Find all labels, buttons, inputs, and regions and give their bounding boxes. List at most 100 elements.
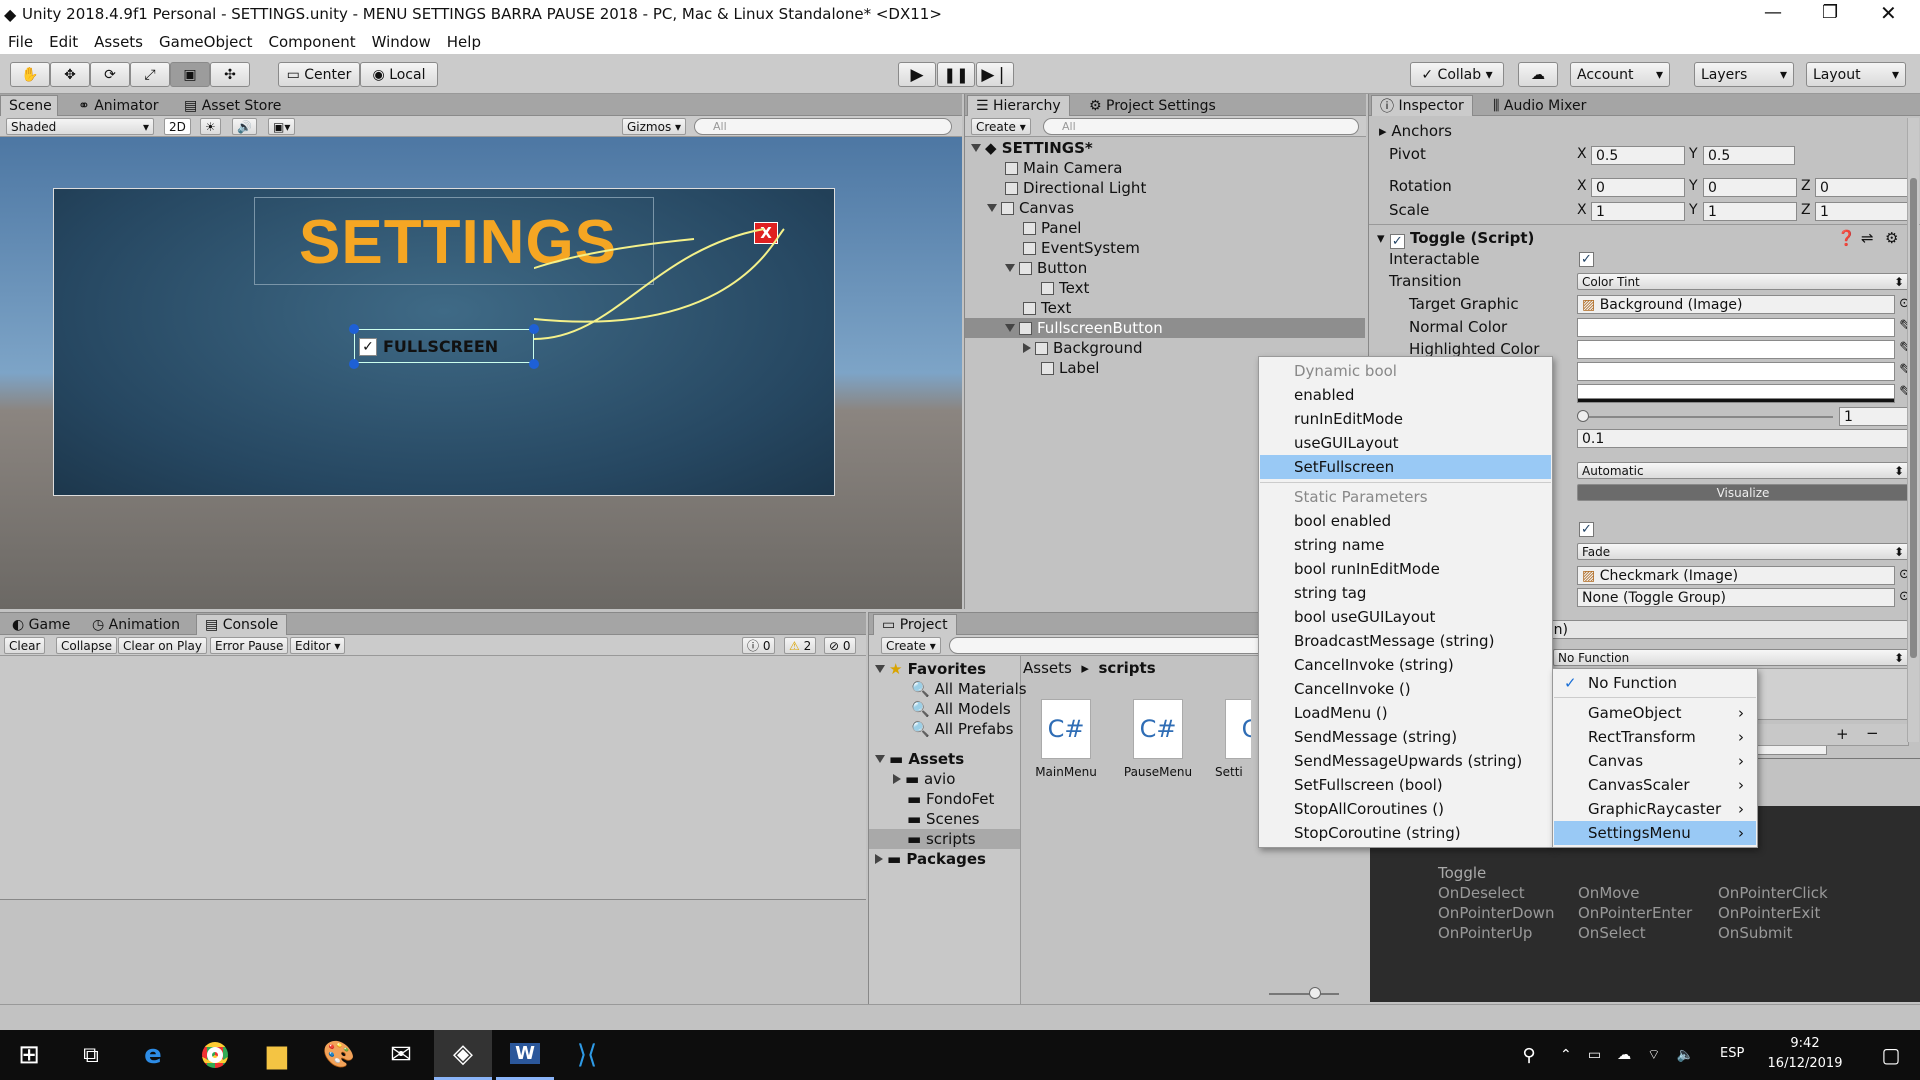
color-multiplier-field[interactable]: 1 [1839, 407, 1909, 426]
collapse-button[interactable]: Collapse [56, 637, 117, 654]
paint-icon[interactable]: 🎨 [310, 1030, 368, 1080]
clear-button[interactable]: Clear [4, 637, 46, 654]
vscode-icon[interactable]: ⟩⟨ [558, 1030, 616, 1080]
warning-count[interactable]: ⚠ 2 [784, 637, 817, 654]
scale-y-field[interactable]: 1 [1703, 202, 1797, 221]
breadcrumb-assets[interactable]: Assets [1023, 659, 1072, 677]
tree-item-fullscreenbutton[interactable]: FullscreenButton [965, 318, 1365, 338]
pivot-x-field[interactable]: 0.5 [1591, 146, 1685, 165]
tab-asset-store[interactable]: ▤ Asset Store [176, 95, 289, 116]
audio-icon[interactable]: 🔊 [232, 118, 257, 135]
tab-scene[interactable]: Scene [0, 95, 58, 116]
tree-item-text[interactable]: Text [1041, 278, 1089, 298]
menu-item-settingsmenu[interactable]: SettingsMenu › [1554, 821, 1756, 845]
event-onselect[interactable]: OnSelect [1578, 924, 1646, 942]
scale-x-field[interactable]: 1 [1591, 202, 1685, 221]
menu-gameobject[interactable]: GameObject [159, 33, 253, 51]
menu-item-recttransform[interactable]: RectTransform › [1554, 725, 1756, 749]
hierarchy-search-input[interactable]: All [1043, 118, 1359, 135]
tab-project[interactable]: ▭ Project [873, 614, 957, 635]
editor-dropdown[interactable]: Editor ▾ [290, 637, 346, 654]
normal-color-swatch[interactable] [1577, 318, 1895, 337]
rect-handle[interactable] [349, 324, 359, 334]
tab-hierarchy[interactable]: ☰ Hierarchy [967, 95, 1070, 116]
fav-all-models[interactable]: 🔍 All Models [911, 699, 1011, 719]
menu-item-loadmenu[interactable]: LoadMenu () [1260, 701, 1551, 725]
menu-item-static[interactable]: StopCoroutine (string) [1260, 821, 1551, 845]
icon-size-slider[interactable] [1269, 993, 1339, 995]
pivot-local-button[interactable]: ◉ Local [360, 62, 438, 87]
help-icon[interactable]: ❓ [1837, 229, 1856, 247]
tree-item-main-camera[interactable]: Main Camera [1005, 158, 1122, 178]
menu-item-static[interactable]: CancelInvoke () [1260, 677, 1551, 701]
visualize-button[interactable]: Visualize [1577, 484, 1909, 501]
hand-tool-icon[interactable]: ✋ [10, 62, 50, 87]
folder-scenes[interactable]: ▬ Scenes [907, 809, 980, 829]
word-icon[interactable]: W [496, 1030, 554, 1080]
event-ondeselect[interactable]: OnDeselect [1438, 884, 1525, 902]
people-icon[interactable]: ⚲ [1500, 1030, 1558, 1080]
cloud-icon[interactable]: ☁ [1518, 62, 1558, 87]
pivot-center-button[interactable]: ▭ Center [278, 62, 360, 87]
event-onpointerexit[interactable]: OnPointerExit [1718, 904, 1820, 922]
task-view-icon[interactable]: ⧉ [62, 1030, 120, 1080]
console-log-list[interactable] [0, 656, 866, 900]
assets-folder[interactable]: ▬ Assets [875, 749, 964, 769]
file-item[interactable]: C# PauseMenu [1123, 699, 1193, 789]
tree-item-button[interactable]: Button [1005, 258, 1087, 278]
layout-dropdown[interactable]: Layout ▾ [1806, 62, 1906, 87]
function-dropdown[interactable]: No Function ⬍ [1553, 649, 1909, 666]
file-item[interactable]: C# MainMenu [1031, 699, 1101, 789]
tab-project-settings[interactable]: ⚙ Project Settings [1081, 95, 1224, 116]
packages-folder[interactable]: ▬ Packages [875, 849, 986, 869]
folder-avio[interactable]: ▬ avio [893, 769, 955, 789]
mail-icon[interactable]: ✉ [372, 1030, 430, 1080]
navigation-dropdown[interactable]: Automatic ⬍ [1577, 462, 1909, 479]
close-window-button[interactable]: ✕ [1880, 1, 1897, 25]
event-onpointerup[interactable]: OnPointerUp [1438, 924, 1532, 942]
tab-animation[interactable]: ◷ Animation [84, 614, 188, 635]
scene-root[interactable]: ◆ SETTINGS* [971, 138, 1093, 158]
gear-icon[interactable]: ⚙ [1885, 229, 1898, 247]
anchors-foldout[interactable]: ▸ Anchors [1379, 122, 1452, 140]
group-field[interactable]: None (Toggle Group) [1577, 588, 1895, 607]
menu-item-no-function[interactable]: ✓ No Function [1554, 671, 1756, 695]
system-tray[interactable]: ⌃ ▭ ☁ ⌔ 🔈 [1552, 1030, 1702, 1080]
minimize-button[interactable]: — [1764, 2, 1782, 23]
lighting-icon[interactable]: ☀ [200, 118, 221, 135]
rect-handle[interactable] [349, 359, 359, 369]
breadcrumb-scripts[interactable]: scripts [1098, 659, 1155, 677]
fav-all-materials[interactable]: 🔍 All Materials [911, 679, 1027, 699]
menu-item-setfullscreen-static[interactable]: SetFullscreen (bool) [1260, 773, 1551, 797]
menu-item-runineditmode[interactable]: runInEditMode [1260, 407, 1551, 431]
pause-button[interactable]: ❚❚ [937, 62, 975, 87]
scale-tool-icon[interactable]: ⤢ [130, 62, 170, 87]
scene-view[interactable]: SETTINGS X ✓ FULLSCREEN [0, 137, 962, 609]
tab-console[interactable]: ▤ Console [196, 614, 288, 635]
menu-item-canvasscaler[interactable]: CanvasScaler › [1554, 773, 1756, 797]
event-onsubmit[interactable]: OnSubmit [1718, 924, 1793, 942]
menu-item-gameobject[interactable]: GameObject › [1554, 701, 1756, 725]
collab-button[interactable]: ✓ Collab ▾ [1410, 62, 1504, 87]
menu-assets[interactable]: Assets [94, 33, 143, 51]
pressed-color-swatch[interactable] [1577, 362, 1895, 381]
tab-game[interactable]: ◐ Game [4, 614, 78, 635]
event-onpointerdown[interactable]: OnPointerDown [1438, 904, 1554, 922]
event-onpointerclick[interactable]: OnPointerClick [1718, 884, 1828, 902]
notifications-icon[interactable]: ▢ [1862, 1030, 1920, 1080]
toggle-transition-dropdown[interactable]: Fade ⬍ [1577, 543, 1909, 560]
rect-handle[interactable] [529, 324, 539, 334]
fullscreen-toggle-rect[interactable]: ✓ FULLSCREEN [354, 329, 534, 363]
rotation-z-field[interactable]: 0 [1815, 178, 1909, 197]
restore-button[interactable]: ❐ [1822, 2, 1838, 23]
favorites-folder[interactable]: ★ Favorites [875, 659, 986, 679]
tab-audio-mixer[interactable]: ⫼ Audio Mixer [1485, 95, 1594, 116]
project-create-button[interactable]: Create ▾ [881, 637, 941, 654]
clock-time[interactable]: 9:42 [1765, 1036, 1845, 1051]
rotation-y-field[interactable]: 0 [1703, 178, 1797, 197]
rect-tool-icon[interactable]: ▣ [170, 62, 210, 87]
tab-animator[interactable]: ⚭ Animator [70, 95, 167, 116]
menu-item-static[interactable]: SendMessageUpwards (string) [1260, 749, 1551, 773]
interactable-checkbox[interactable]: ✓ [1579, 252, 1594, 267]
preset-icon[interactable]: ⇌ [1861, 229, 1874, 247]
